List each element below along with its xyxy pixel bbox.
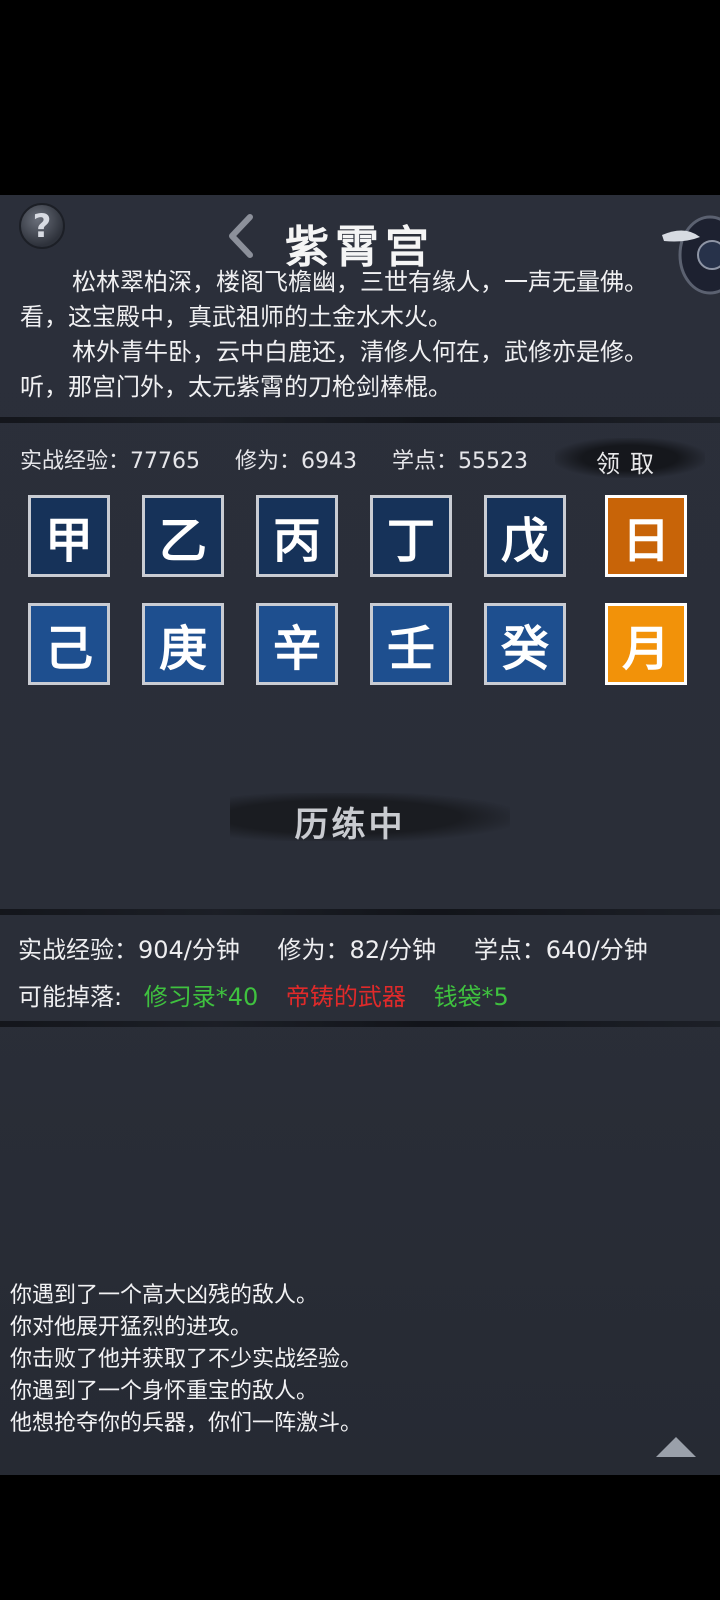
possible-drops: 可能掉落: 修习录*40 帝铸的武器 钱袋*5: [18, 977, 529, 1012]
description-paragraph: 林外青牛卧，云中白鹿还，清修人何在，武修亦是修。听，那宫门外，太元紫霄的刀枪剑棒…: [20, 338, 648, 401]
combat-exp-rate: 实战经验：904/分钟: [18, 936, 240, 964]
accumulated-stats: 实战经验：77765 修为：6943 学点：55523: [20, 443, 556, 475]
study-points-rate: 学点：640/分钟: [473, 936, 648, 964]
description-paragraph: 松林翠柏深，楼阁飞檐幽，三世有缘人，一声无量佛。看，这宝殿中，真武祖师的土金水木…: [20, 268, 648, 331]
training-status-label: 历练中: [294, 805, 406, 845]
drop-item: 帝铸的武器: [285, 983, 406, 1011]
divider: [0, 417, 720, 423]
game-screen: ? 紫霄宫 松林翠柏深，楼阁飞檐幽，三世有缘人，一声无量佛。看，这宝殿中，真武祖…: [0, 195, 720, 1475]
tile-ding[interactable]: 丁: [370, 495, 452, 577]
log-line: 你遇到了一个高大凶残的敌人。: [10, 1283, 319, 1308]
log-line: 你遇到了一个身怀重宝的敌人。: [10, 1379, 319, 1404]
tile-jia[interactable]: 甲: [28, 495, 110, 577]
tile-moon[interactable]: 月: [605, 603, 687, 685]
tile-yi[interactable]: 乙: [142, 495, 224, 577]
tile-bing[interactable]: 丙: [256, 495, 338, 577]
cultivation-rate: 修为：82/分钟: [277, 936, 437, 964]
location-description: 松林翠柏深，楼阁飞檐幽，三世有缘人，一声无量佛。看，这宝殿中，真武祖师的土金水木…: [20, 265, 680, 405]
tile-gui[interactable]: 癸: [484, 603, 566, 685]
tile-xin[interactable]: 辛: [256, 603, 338, 685]
cultivation-stat: 修为：6943: [235, 449, 357, 474]
battle-log: 你遇到了一个高大凶残的敌人。 你对他展开猛烈的进攻。 你击败了他并获取了不少实战…: [10, 1280, 362, 1440]
log-line: 你对他展开猛烈的进攻。: [10, 1315, 253, 1340]
study-points-stat: 学点：55523: [392, 449, 528, 474]
expand-up-icon[interactable]: [654, 1435, 698, 1459]
tile-sun[interactable]: 日: [605, 495, 687, 577]
log-line: 他想抢夺你的兵器，你们一阵激斗。: [10, 1411, 363, 1436]
tile-geng[interactable]: 庚: [142, 603, 224, 685]
tile-wu[interactable]: 戊: [484, 495, 566, 577]
drop-item: 修习录*40: [143, 983, 259, 1011]
tile-ren[interactable]: 壬: [370, 603, 452, 685]
claim-button[interactable]: 领取: [555, 438, 705, 478]
gain-rates: 实战经验：904/分钟 修为：82/分钟 学点：640/分钟: [18, 930, 678, 965]
drop-item: 钱袋*5: [433, 983, 509, 1011]
divider: [0, 1021, 720, 1027]
combat-exp-stat: 实战经验：77765: [20, 449, 200, 474]
divider: [0, 909, 720, 915]
training-status: 历练中: [230, 793, 510, 845]
drops-label: 可能掉落:: [18, 983, 123, 1011]
log-line: 你击败了他并获取了不少实战经验。: [10, 1347, 363, 1372]
tile-ji[interactable]: 己: [28, 603, 110, 685]
claim-label: 领取: [596, 450, 664, 478]
